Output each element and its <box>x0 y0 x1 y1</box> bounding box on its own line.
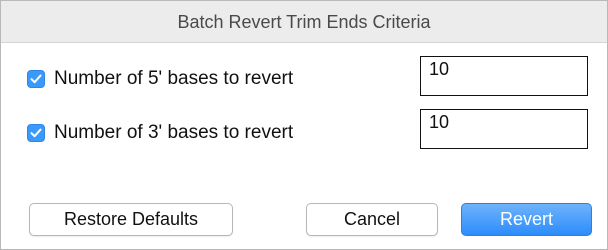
three-prime-bases-input[interactable] <box>420 109 588 149</box>
five-prime-bases-input[interactable] <box>420 56 588 96</box>
dialog-title: Batch Revert Trim Ends Criteria <box>177 12 431 32</box>
three-prime-label: Number of 3' bases to revert <box>54 122 294 143</box>
three-prime-checkbox[interactable] <box>27 124 45 142</box>
five-prime-label: Number of 5' bases to revert <box>54 68 294 89</box>
dialog-titlebar: Batch Revert Trim Ends Criteria <box>1 1 607 43</box>
revert-button[interactable]: Revert <box>461 203 592 236</box>
checkmark-icon <box>30 128 42 138</box>
five-prime-checkbox[interactable] <box>27 70 45 88</box>
option-row-5-prime: Number of 5' bases to revert <box>27 64 293 94</box>
cancel-button[interactable]: Cancel <box>306 203 438 236</box>
restore-defaults-button[interactable]: Restore Defaults <box>29 203 233 236</box>
checkmark-icon <box>30 74 42 84</box>
batch-revert-dialog: Batch Revert Trim Ends Criteria Number o… <box>0 0 608 250</box>
option-row-3-prime: Number of 3' bases to revert <box>27 118 293 148</box>
